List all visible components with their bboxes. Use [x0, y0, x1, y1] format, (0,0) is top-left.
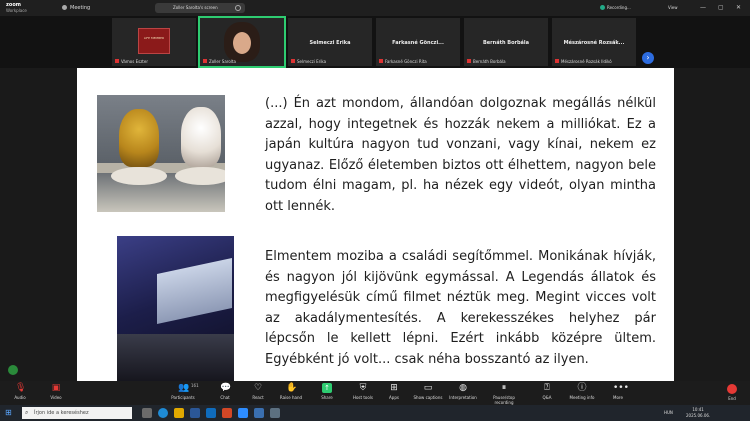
qa-button[interactable]: ⍰ Q&A [529, 383, 565, 400]
powerpoint-icon[interactable] [222, 408, 232, 418]
participant-name: Bernáth Borbála [467, 59, 506, 64]
participant-tile[interactable]: Farkasné Gönczi... Farkasné Gönczi Rita [376, 18, 460, 66]
shield-icon: ⛨ [359, 383, 367, 393]
participant-name: Zoller Sarolta [203, 59, 236, 64]
participant-name: Selmeczi Erika [291, 59, 326, 64]
participant-display-name: Bernáth Borbála [482, 40, 530, 46]
edge-icon[interactable] [158, 408, 168, 418]
search-icon: ⌕ [25, 409, 29, 416]
meeting-info-button[interactable]: ⓘ Meeting info [564, 383, 600, 400]
end-call-icon [727, 384, 737, 394]
more-icon: ••• [613, 383, 629, 393]
participant-tile[interactable]: LIFE MEMBER Vámos Eszter [112, 18, 196, 66]
slide-paragraph-1: (...) Én azt mondom, állandóan dolgoznak… [265, 96, 656, 214]
mic-muted-icon [379, 59, 383, 63]
pause-stop-icon: ⏸ [501, 383, 507, 393]
apps-icon: ⊞ [390, 383, 398, 393]
participant-name: Farkasné Gönczi Rita [379, 59, 427, 64]
presentation-slide: (...) Én azt mondom, állandóan dolgoznak… [77, 68, 674, 381]
pause-stop-recording-button[interactable]: ⏸ Pause/stop recording [486, 383, 522, 405]
app-icon[interactable] [270, 408, 280, 418]
language-indicator[interactable]: HUN [664, 410, 673, 415]
react-icon: ♡ [253, 383, 263, 393]
maximize-button[interactable]: ▢ [718, 4, 724, 11]
apps-button[interactable]: ⊞ Apps [376, 383, 412, 400]
audio-button[interactable]: 🎙 Audio [2, 383, 38, 400]
participant-display-name: Mészárosné Rozsák... [563, 40, 625, 46]
outlook-icon[interactable] [206, 408, 216, 418]
mic-muted-icon [203, 59, 207, 63]
mic-muted-icon [555, 59, 559, 63]
participants-count: 161 [191, 383, 199, 388]
app-icon[interactable] [254, 408, 264, 418]
interpretation-button[interactable]: ◍ Interpretation [445, 383, 481, 400]
recording-indicator[interactable]: Recording... [600, 5, 631, 10]
white-lucky-cat [181, 107, 221, 167]
task-view-icon[interactable] [142, 408, 152, 418]
chat-icon: 💬 [220, 383, 232, 393]
participant-tile-active-speaker[interactable]: Zoller Sarolta [198, 16, 286, 68]
mic-muted-icon [467, 59, 471, 63]
share-screen-icon: ↑ [322, 383, 332, 393]
minimize-button[interactable]: — [700, 4, 706, 11]
participants-icon: 👥 [178, 383, 190, 393]
file-explorer-icon[interactable] [174, 408, 184, 418]
participant-tile[interactable]: Mészárosné Rozsák... Mészárosné Rozsák I… [552, 18, 636, 66]
participant-name: Vámos Eszter [115, 59, 148, 64]
taskbar-search-input[interactable]: ⌕ Írjon ide a kereséshez [22, 407, 132, 419]
close-window-button[interactable]: ✕ [736, 4, 741, 11]
windows-taskbar: ⊞ ⌕ Írjon ide a kereséshez HUN 10:41 202… [0, 405, 750, 421]
react-button[interactable]: ♡ React [240, 383, 276, 400]
participant-tile[interactable]: Bernáth Borbála Bernáth Borbála [464, 18, 548, 66]
mic-muted-icon: 🎙 [15, 383, 27, 393]
end-button[interactable]: End [722, 384, 742, 401]
participant-tile[interactable]: Selmeczi Erika Selmeczi Erika [288, 18, 372, 66]
captions-icon: ▭ [423, 383, 433, 393]
participants-button[interactable]: 👥 161 Participants [165, 383, 201, 400]
more-button[interactable]: ••• More [600, 383, 636, 400]
video-button[interactable]: ▣ Video [38, 383, 74, 400]
title-bar: zoom Workplace Meeting Zoller Sarolta's … [0, 0, 750, 16]
windows-start-icon[interactable]: ⊞ [5, 409, 13, 417]
clock[interactable]: 10:41 2025.06.06. [686, 407, 710, 419]
chevron-right-icon[interactable]: › [642, 52, 654, 64]
cinema-photo [117, 236, 234, 381]
globe-icon: ◍ [459, 383, 467, 393]
shared-screen: (...) Én azt mondom, állandóan dolgoznak… [0, 68, 750, 381]
mic-muted-icon [291, 59, 295, 63]
cinema-screen [157, 258, 232, 324]
gold-lucky-cat [119, 109, 159, 167]
raise-hand-icon: ✋ [286, 383, 298, 393]
zoom-app-icon[interactable] [238, 408, 248, 418]
meeting-icon [62, 5, 67, 10]
participant-logo: LIFE MEMBER [138, 28, 170, 54]
meeting-menu[interactable]: Meeting [62, 5, 90, 11]
cinema-seats [117, 334, 234, 381]
stop-share-icon[interactable] [235, 5, 241, 11]
participant-name: Mészárosné Rozsák Ildikó [555, 59, 612, 64]
chat-button[interactable]: 💬 Chat [207, 383, 243, 400]
screen-share-indicator[interactable]: Zoller Sarolta's screen [155, 3, 245, 13]
raise-hand-button[interactable]: ✋ Raise hand [273, 383, 309, 400]
participant-display-name: Farkasné Gönczi... [392, 40, 444, 46]
show-captions-button[interactable]: ▭ Show captions [410, 383, 446, 400]
app-logo: zoom Workplace [6, 2, 27, 13]
info-icon: ⓘ [577, 383, 587, 393]
view-button[interactable]: View [668, 5, 678, 10]
slide-paragraph-2: Elmentem moziba a családi segítőmmel. Mo… [265, 249, 656, 367]
meeting-toolbar: 🎙 Audio ▣ Video 👥 161 Participants 💬 Chat ♡ Re… [0, 381, 750, 405]
participant-strip: LIFE MEMBER Vámos Eszter Zoller Sarolta … [0, 16, 750, 68]
recording-icon [600, 5, 605, 10]
video-off-icon: ▣ [51, 383, 61, 393]
participant-display-name: Selmeczi Erika [309, 40, 351, 46]
mic-muted-icon [115, 59, 119, 63]
share-button[interactable]: ↑ Share [309, 383, 345, 400]
word-icon[interactable] [190, 408, 200, 418]
lucky-cats-photo [97, 95, 225, 212]
mic-status-icon [8, 365, 18, 375]
participant-video [224, 22, 260, 62]
qa-icon: ⍰ [544, 383, 550, 393]
